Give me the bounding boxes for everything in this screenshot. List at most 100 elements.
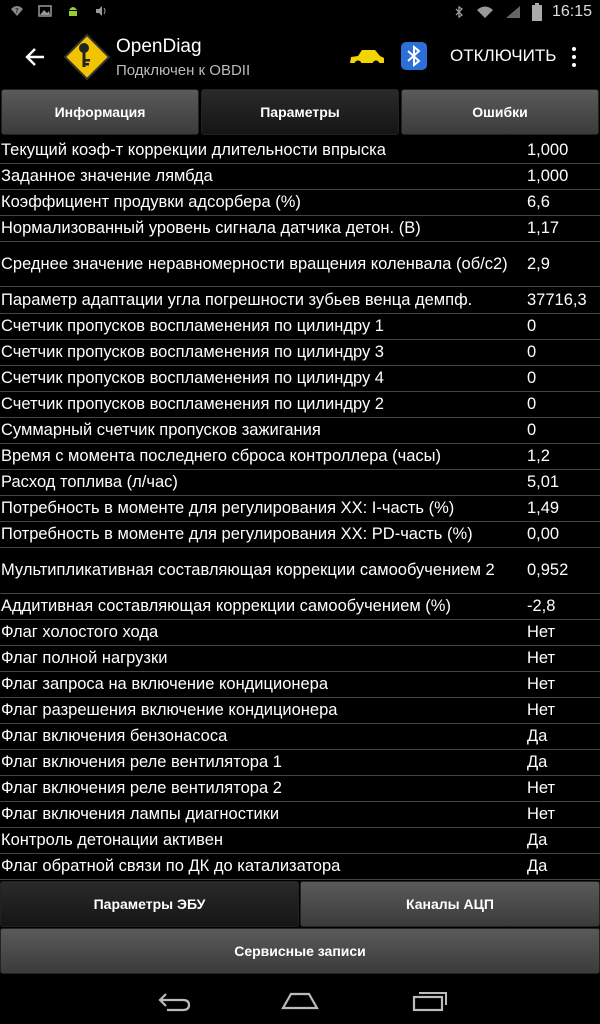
table-row: Флаг полной нагрузки Нет (0, 646, 600, 672)
parameter-name: Флаг включения лампы диагностики (1, 805, 280, 823)
tab-information[interactable]: Информация (1, 89, 199, 135)
navigation-bar (0, 976, 600, 1024)
parameter-value: 1,000 (527, 141, 569, 159)
parameter-value: 1,2 (527, 447, 550, 465)
table-row: Мультипликативная составляющая коррекции… (0, 548, 600, 594)
parameter-name: Флаг включения реле вентилятора 1 (1, 753, 282, 771)
parameter-value: Нет (527, 623, 556, 641)
tab-parameters[interactable]: Параметры (201, 89, 399, 135)
nav-home-icon[interactable] (280, 988, 320, 1012)
parameter-name: Мультипликативная составляющая коррекции… (1, 561, 495, 579)
parameter-value: Нет (527, 805, 556, 823)
parameter-name: Коэффициент продувки адсорбера (%) (1, 193, 301, 211)
table-row: Флаг включения бензонасоса Да (0, 724, 600, 750)
adc-channels-button[interactable]: Каналы АЦП (300, 881, 600, 927)
table-row: Флаг включения реле вентилятора 1 Да (0, 750, 600, 776)
bluetooth-icon (455, 5, 463, 19)
parameter-value: 0,00 (527, 525, 560, 543)
table-row: Контроль детонации активен Да (0, 828, 600, 854)
parameter-value: Нет (527, 701, 556, 719)
parameter-value: 0 (527, 395, 537, 413)
back-arrow-icon[interactable] (22, 43, 50, 71)
parameter-value: 1,000 (527, 167, 569, 185)
table-row: Заданное значение лямбда 1,000 (0, 164, 600, 190)
parameter-value: Нет (527, 649, 556, 667)
table-row: Флаг включения реле вентилятора 2 Нет (0, 776, 600, 802)
parameter-name: Контроль детонации активен (1, 831, 224, 849)
parameter-name: Суммарный счетчик пропусков зажигания (1, 421, 321, 439)
table-row: Потребность в моменте для регулирования … (0, 522, 600, 548)
parameter-value: 1,17 (527, 219, 560, 237)
table-row: Счетчик пропусков воспламенения по цилин… (0, 340, 600, 366)
clock: 16:15 (551, 3, 592, 20)
table-row: Флаг включения лампы диагностики Нет (0, 802, 600, 828)
table-row: Счетчик пропусков воспламенения по цилин… (0, 366, 600, 392)
service-records-button[interactable]: Сервисные записи (0, 928, 600, 974)
parameter-name: Потребность в моменте для регулирования … (1, 525, 473, 543)
table-row: Флаг запроса на включение кондиционера Не… (0, 672, 600, 698)
parameter-value: 6,6 (527, 193, 550, 211)
nav-recents-icon[interactable] (410, 988, 450, 1012)
table-row: Среднее значение неравномерности вращени… (0, 242, 600, 287)
parameter-value: 1,49 (527, 499, 560, 517)
signal-icon (505, 6, 520, 18)
parameter-value: Да (527, 727, 548, 745)
parameter-name: Заданное значение лямбда (1, 167, 213, 185)
bluetooth-status-icon[interactable] (400, 41, 428, 71)
connection-status: Подключен к OBDII (116, 62, 251, 79)
parameter-name: Флаг включения бензонасоса (1, 727, 228, 745)
parameter-value: Нет (527, 675, 556, 693)
parameter-name: Потребность в моменте для регулирования … (1, 499, 455, 517)
parameter-value: 2,9 (527, 254, 550, 273)
parameter-name: Счетчик пропусков воспламенения по цилин… (1, 395, 384, 413)
parameter-name: Расход топлива (л/час) (1, 473, 178, 491)
parameter-name: Флаг холостого хода (1, 623, 159, 641)
wifi-question-icon: ? (11, 6, 23, 16)
parameter-value: 0 (527, 343, 537, 361)
parameter-value: 0 (527, 369, 537, 387)
parameter-name: Флаг включения реле вентилятора 2 (1, 779, 282, 797)
parameter-name: Счетчик пропусков воспламенения по цилин… (1, 317, 384, 335)
parameter-value: 0 (527, 317, 537, 335)
parameter-name: Нормализованный уровень сигнала датчика … (1, 219, 421, 237)
parameter-name: Время с момента последнего сброса контро… (1, 447, 442, 465)
table-row: Параметр адаптации угла погрешности зубь… (0, 287, 600, 314)
table-row: Время с момента последнего сброса контро… (0, 444, 600, 470)
parameter-name: Счетчик пропусков воспламенения по цилин… (1, 343, 384, 361)
overflow-menu-icon[interactable] (566, 43, 582, 71)
table-row: Флаг холостого хода Нет (0, 620, 600, 646)
tab-errors[interactable]: Ошибки (401, 89, 599, 135)
app-title: OpenDiag (116, 36, 202, 57)
parameter-value: Нет (527, 779, 556, 797)
parameter-name: Флаг полной нагрузки (1, 649, 168, 667)
table-row: Счетчик пропусков воспламенения по цилин… (0, 314, 600, 340)
parameter-name: Среднее значение неравномерности вращени… (1, 254, 508, 273)
parameter-value: 37716,3 (527, 290, 587, 309)
parameter-value: Да (527, 857, 548, 875)
table-row: Коэффициент продувки адсорбера (%) 6,6 (0, 190, 600, 216)
table-row: Нормализованный уровень сигнала датчика … (0, 216, 600, 242)
parameter-name: Флаг запроса на включение кондиционера (1, 675, 329, 693)
ecu-parameters-button[interactable]: Параметры ЭБУ (0, 881, 299, 927)
parameter-name: Флаг разрешения включение кондиционера (1, 701, 338, 719)
parameter-name: Аддитивная составляющая коррекции самооб… (1, 597, 451, 615)
volume-icon (96, 6, 106, 16)
parameter-name: Счетчик пропусков воспламенения по цилин… (1, 369, 384, 387)
table-row: Суммарный счетчик пропусков зажигания 0 (0, 418, 600, 444)
battery-icon (531, 3, 542, 21)
table-row: Счетчик пропусков воспламенения по цилин… (0, 392, 600, 418)
table-row: Расход топлива (л/час) 5,01 (0, 470, 600, 496)
parameter-value: Да (527, 753, 548, 771)
image-icon (38, 5, 52, 17)
nav-back-icon[interactable] (153, 988, 193, 1012)
table-row: Аддитивная составляющая коррекции самооб… (0, 594, 600, 620)
table-row: Флаг обратной связи по ДК до катализатор… (0, 854, 600, 880)
tab-bar: Информация Параметры Ошибки (0, 89, 600, 137)
disconnect-button[interactable]: ОТКЛЮЧИТЬ (450, 46, 556, 66)
parameter-value: -2,8 (527, 597, 556, 615)
parameter-value: 5,01 (527, 473, 560, 491)
table-row: Потребность в моменте для регулирования … (0, 496, 600, 522)
parameter-list[interactable]: Текущий коэф-т коррекции длительности вп… (0, 138, 600, 880)
parameter-name: Флаг обратной связи по ДК до катализатор… (1, 857, 341, 875)
car-icon (350, 50, 384, 68)
